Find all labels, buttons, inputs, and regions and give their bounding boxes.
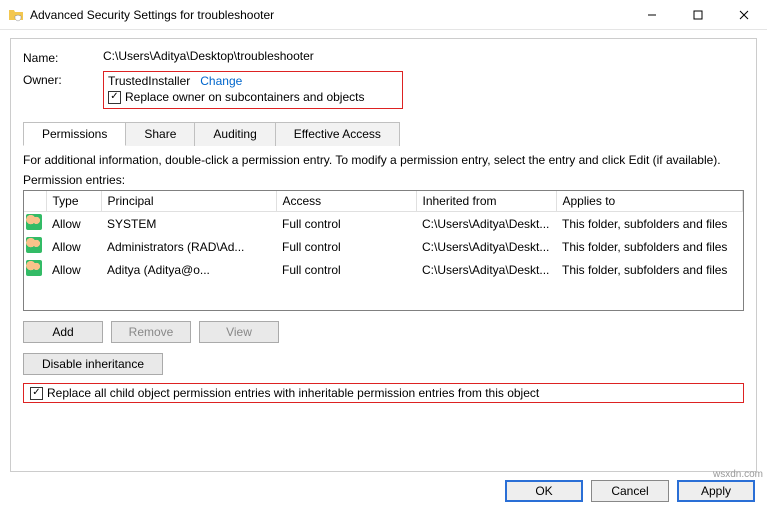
owner-highlight-box: TrustedInstaller Change Replace owner on… — [103, 71, 403, 109]
name-value: C:\Users\Aditya\Desktop\troubleshooter — [103, 49, 314, 63]
tab-effective-access[interactable]: Effective Access — [275, 122, 400, 146]
users-icon — [26, 237, 42, 253]
table-row[interactable]: AllowAdministrators (RAD\Ad...Full contr… — [24, 235, 743, 258]
col-type-header[interactable]: Type — [46, 191, 101, 212]
cell-type: Allow — [46, 212, 101, 236]
maximize-button[interactable] — [675, 0, 721, 30]
tabstrip: Permissions Share Auditing Effective Acc… — [23, 121, 744, 145]
replace-child-highlight-box: Replace all child object permission entr… — [23, 383, 744, 403]
col-access-header[interactable]: Access — [276, 191, 416, 212]
view-button[interactable]: View — [199, 321, 279, 343]
tab-share[interactable]: Share — [125, 122, 195, 146]
users-icon — [26, 214, 42, 230]
dialog-footer: OK Cancel Apply — [0, 480, 767, 508]
cell-applies: This folder, subfolders and files — [556, 212, 743, 236]
name-label: Name: — [23, 49, 103, 65]
col-inherited-header[interactable]: Inherited from — [416, 191, 556, 212]
owner-row: Owner: TrustedInstaller Change Replace o… — [23, 71, 744, 109]
watermark-text: wsxdn.com — [713, 469, 763, 480]
table-row[interactable]: AllowSYSTEMFull controlC:\Users\Aditya\D… — [24, 212, 743, 236]
close-button[interactable] — [721, 0, 767, 30]
replace-child-label: Replace all child object permission entr… — [47, 386, 539, 400]
cell-principal: Aditya (Aditya@o... — [101, 258, 276, 281]
cell-inherited: C:\Users\Aditya\Deskt... — [416, 235, 556, 258]
cancel-button[interactable]: Cancel — [591, 480, 669, 502]
cell-access: Full control — [276, 235, 416, 258]
replace-child-checkbox[interactable] — [30, 387, 43, 400]
replace-owner-label: Replace owner on subcontainers and objec… — [125, 90, 364, 104]
cell-type: Allow — [46, 235, 101, 258]
apply-button[interactable]: Apply — [677, 480, 755, 502]
ok-button[interactable]: OK — [505, 480, 583, 502]
cell-applies: This folder, subfolders and files — [556, 258, 743, 281]
col-principal-header[interactable]: Principal — [101, 191, 276, 212]
tab-auditing[interactable]: Auditing — [194, 122, 275, 146]
cell-access: Full control — [276, 212, 416, 236]
permission-entries-table[interactable]: Type Principal Access Inherited from App… — [23, 190, 744, 311]
cell-access: Full control — [276, 258, 416, 281]
change-owner-link[interactable]: Change — [200, 74, 242, 88]
disable-inheritance-button[interactable]: Disable inheritance — [23, 353, 163, 375]
replace-owner-checkbox[interactable] — [108, 91, 121, 104]
col-icon-header — [24, 191, 46, 212]
minimize-button[interactable] — [629, 0, 675, 30]
window-title: Advanced Security Settings for troublesh… — [30, 8, 629, 22]
cell-applies: This folder, subfolders and files — [556, 235, 743, 258]
titlebar: Advanced Security Settings for troublesh… — [0, 0, 767, 30]
info-text: For additional information, double-click… — [23, 153, 744, 167]
tab-permissions[interactable]: Permissions — [23, 122, 126, 146]
remove-button[interactable]: Remove — [111, 321, 191, 343]
add-button[interactable]: Add — [23, 321, 103, 343]
entry-buttons-row: Add Remove View — [23, 321, 744, 343]
table-row[interactable]: AllowAditya (Aditya@o...Full controlC:\U… — [24, 258, 743, 281]
col-applies-header[interactable]: Applies to — [556, 191, 743, 212]
users-icon — [26, 260, 42, 276]
cell-type: Allow — [46, 258, 101, 281]
cell-principal: Administrators (RAD\Ad... — [101, 235, 276, 258]
permissions-panel: For additional information, double-click… — [23, 145, 744, 413]
cell-inherited: C:\Users\Aditya\Deskt... — [416, 212, 556, 236]
owner-label: Owner: — [23, 71, 103, 87]
entries-label: Permission entries: — [23, 173, 744, 187]
owner-value: TrustedInstaller — [108, 74, 190, 88]
cell-inherited: C:\Users\Aditya\Deskt... — [416, 258, 556, 281]
folder-security-icon — [8, 7, 24, 23]
cell-principal: SYSTEM — [101, 212, 276, 236]
name-row: Name: C:\Users\Aditya\Desktop\troublesho… — [23, 49, 744, 65]
content-panel: Name: C:\Users\Aditya\Desktop\troublesho… — [10, 38, 757, 472]
